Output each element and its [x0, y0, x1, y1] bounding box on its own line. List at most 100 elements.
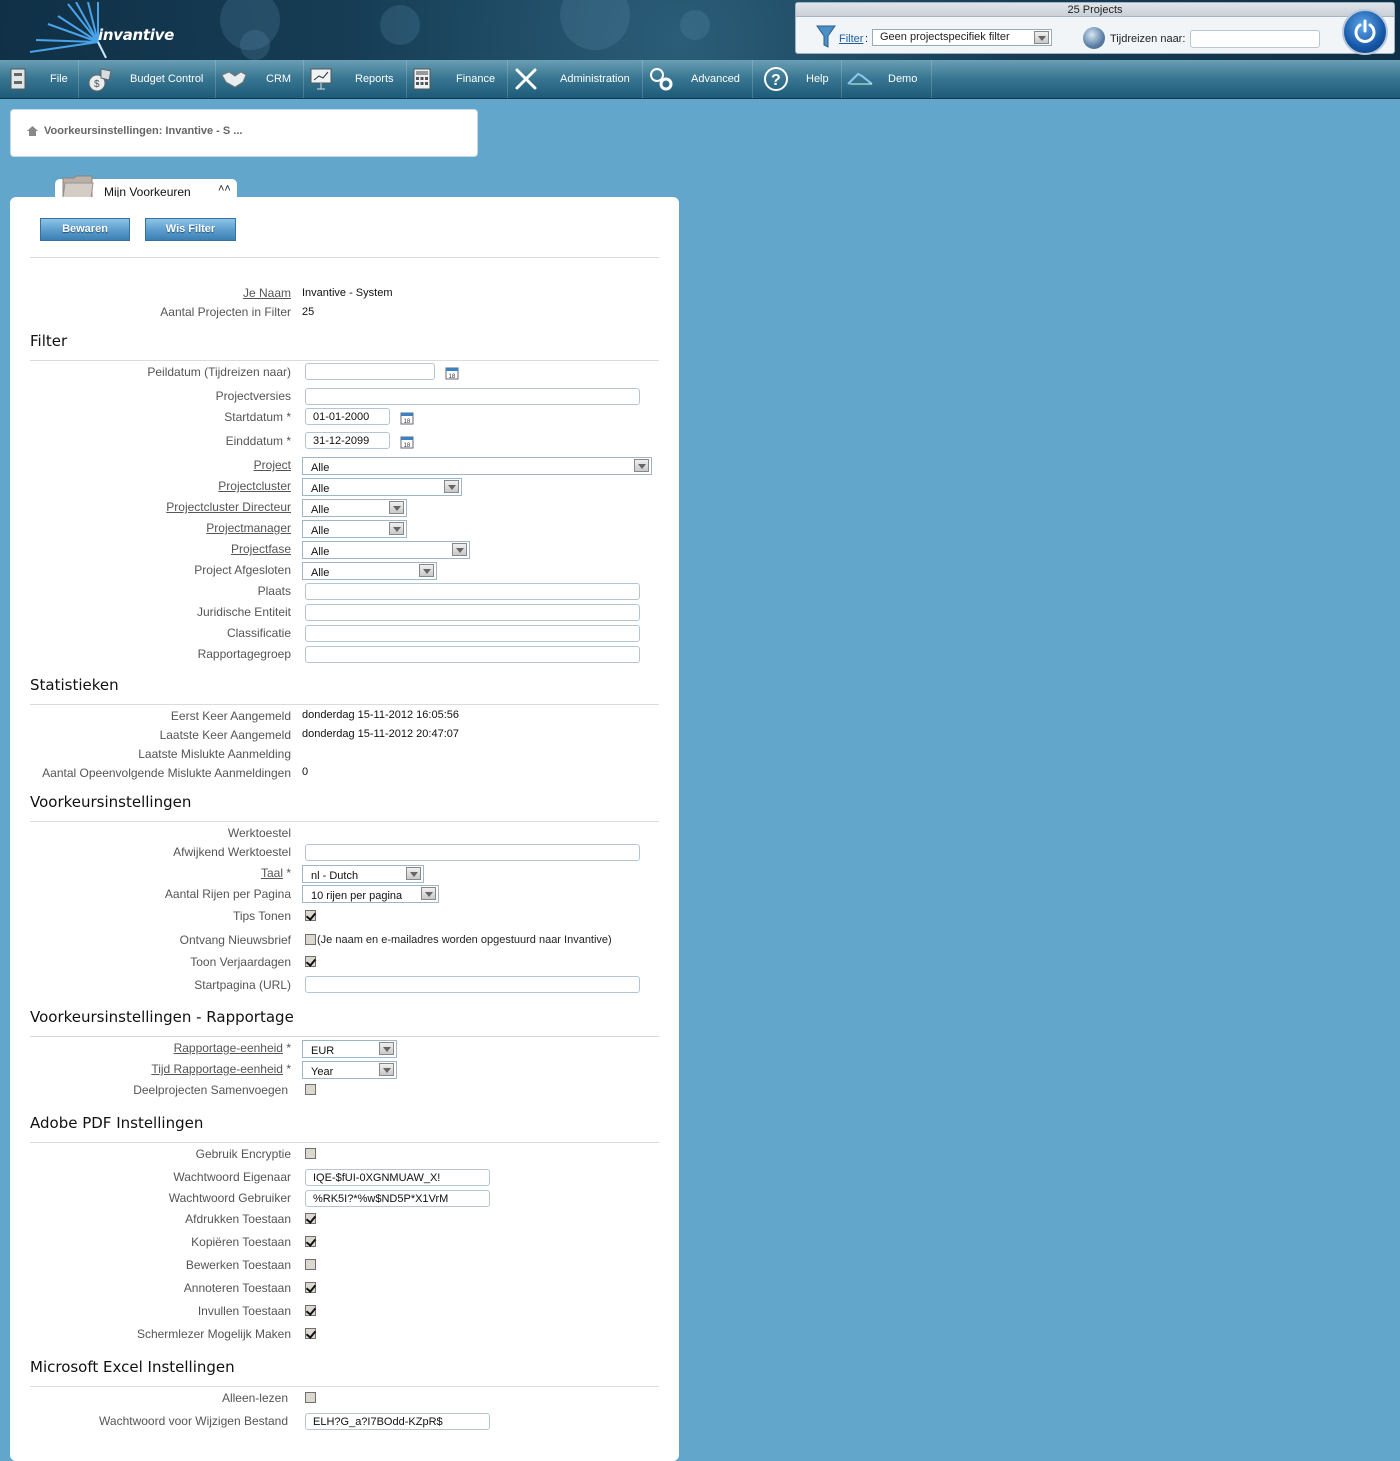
projectcluster-label[interactable]: Projectcluster	[218, 479, 291, 493]
breadcrumb: Voorkeursinstellingen: Invantive - S ...	[10, 109, 478, 157]
fill-allowed-checkbox[interactable]	[305, 1305, 316, 1316]
project-afgesloten-label: Project Afgesloten	[194, 563, 291, 577]
svg-text:$: $	[94, 79, 100, 90]
taal-select[interactable]: nl - Dutch	[302, 865, 424, 883]
afwijkend-werktoestel-input[interactable]	[305, 844, 640, 861]
svg-text:18: 18	[404, 443, 411, 449]
copy-allowed-label: Kopiëren Toestaan	[191, 1235, 291, 1249]
filter-link[interactable]: Filter	[839, 33, 863, 45]
menu-administration[interactable]: Administration	[508, 60, 643, 98]
rapportagegroep-input[interactable]	[305, 646, 640, 663]
demo-logo-icon	[846, 65, 874, 93]
screenreader-checkbox[interactable]	[305, 1328, 316, 1339]
tips-checkbox[interactable]	[305, 910, 316, 921]
readonly-checkbox[interactable]	[305, 1392, 316, 1403]
gears-icon	[647, 65, 675, 93]
plaats-input[interactable]	[305, 583, 640, 600]
save-button[interactable]: Bewaren	[40, 218, 130, 241]
calendar-icon[interactable]: 18	[400, 411, 414, 425]
merge-subprojects-checkbox[interactable]	[305, 1084, 316, 1095]
plaats-label: Plaats	[257, 584, 291, 598]
required-marker: *	[282, 1062, 291, 1076]
menu-label: Administration	[560, 73, 630, 85]
reporting-unit-label[interactable]: Rapportage-eenheid	[174, 1041, 283, 1055]
cluster-directeur-label[interactable]: Projectcluster Directeur	[166, 500, 291, 514]
tips-label: Tips Tonen	[232, 909, 291, 923]
time-unit-label[interactable]: Tijd Rapportage-eenheid	[151, 1062, 283, 1076]
menu-finance[interactable]: Finance	[404, 60, 509, 98]
rows-per-page-select[interactable]: 10 rijen per pagina	[302, 885, 439, 903]
menu-file[interactable]: File	[0, 60, 79, 98]
menu-budget-control[interactable]: $ Budget Control	[82, 60, 217, 98]
section-title-voorkeursinstellingen: Voorkeursinstellingen	[30, 793, 192, 811]
time-unit-label-group: Tijd Rapportage-eenheid *	[151, 1062, 291, 1076]
projectmanager-label[interactable]: Projectmanager	[206, 521, 291, 535]
edit-allowed-checkbox[interactable]	[305, 1259, 316, 1270]
taal-label[interactable]: Taal	[261, 866, 283, 880]
power-icon	[1354, 19, 1376, 43]
projectversies-input[interactable]	[305, 388, 640, 405]
annotate-allowed-checkbox[interactable]	[305, 1282, 316, 1293]
chevron-down-icon	[419, 564, 434, 577]
screenreader-label: Schermlezer Mogelijk Maken	[136, 1327, 291, 1341]
projectmanager-select-value: Alle	[311, 525, 330, 537]
einddatum-input[interactable]	[305, 432, 390, 449]
afwijkend-werktoestel-label: Afwijkend Werktoestel	[173, 845, 291, 859]
peildatum-input[interactable]	[305, 363, 435, 380]
chevron-down-icon	[452, 543, 467, 556]
name-label[interactable]: Je Naam	[243, 286, 291, 300]
projectcluster-select[interactable]: Alle	[302, 478, 462, 496]
invantive-logo[interactable]: invantive	[28, 1, 174, 59]
svg-text:18: 18	[449, 374, 456, 380]
home-icon[interactable]	[27, 126, 38, 136]
startdatum-input[interactable]	[305, 408, 390, 425]
logout-button[interactable]	[1342, 9, 1388, 55]
menu-reports[interactable]: Reports	[303, 60, 407, 98]
owner-password-input[interactable]	[305, 1169, 490, 1186]
time-travel-icon	[1083, 27, 1105, 49]
funnel-icon	[816, 25, 836, 48]
svg-text:18: 18	[404, 419, 411, 425]
collapse-icon[interactable]: ˄˄	[218, 183, 231, 195]
projectfase-select[interactable]: Alle	[302, 541, 470, 559]
projectfase-label[interactable]: Projectfase	[231, 542, 291, 556]
main-menu: File $ Budget Control CRM Reports Financ…	[0, 60, 1400, 99]
menu-help[interactable]: ? Help	[758, 60, 842, 98]
modify-password-input[interactable]	[305, 1413, 490, 1430]
cluster-directeur-select[interactable]: Alle	[302, 499, 407, 517]
time-travel-input[interactable]	[1190, 30, 1320, 48]
time-unit-select[interactable]: Year	[302, 1061, 397, 1079]
startpage-input[interactable]	[305, 976, 640, 993]
divider	[30, 257, 659, 258]
presentation-chart-icon	[307, 65, 335, 93]
preferences-panel: Bewaren Wis Filter Je Naam Invantive - S…	[10, 197, 679, 1461]
menu-crm[interactable]: CRM	[216, 60, 305, 98]
calendar-icon[interactable]: 18	[445, 366, 459, 380]
classificatie-input[interactable]	[305, 625, 640, 642]
project-label[interactable]: Project	[254, 458, 291, 472]
rows-per-page-label: Aantal Rijen per Pagina	[164, 887, 291, 901]
startpage-label: Startpagina (URL)	[194, 978, 291, 992]
project-filter-select[interactable]: Geen projectspecifiek filter	[872, 29, 1052, 46]
menu-advanced[interactable]: Advanced	[643, 60, 753, 98]
juridische-entiteit-input[interactable]	[305, 604, 640, 621]
user-password-input[interactable]	[305, 1190, 490, 1207]
birthdays-checkbox[interactable]	[305, 956, 316, 967]
calendar-icon[interactable]: 18	[400, 435, 414, 449]
projectmanager-select[interactable]: Alle	[302, 520, 407, 538]
encryption-checkbox[interactable]	[305, 1148, 316, 1159]
newsletter-checkbox[interactable]	[305, 934, 316, 945]
menu-demo[interactable]: Demo	[842, 60, 933, 98]
copy-allowed-checkbox[interactable]	[305, 1236, 316, 1247]
print-allowed-checkbox[interactable]	[305, 1213, 316, 1224]
project-select[interactable]: Alle	[302, 457, 652, 475]
app-header: invantive 25 Projects Filter : Geen proj…	[0, 0, 1400, 60]
menu-label: Advanced	[691, 73, 740, 85]
clear-filter-button[interactable]: Wis Filter	[145, 218, 236, 241]
rapportagegroep-label: Rapportagegroep	[197, 647, 291, 661]
section-title-filter: Filter	[30, 332, 68, 350]
project-select-value: Alle	[311, 462, 330, 474]
file-cabinet-icon	[4, 65, 32, 93]
reporting-unit-select[interactable]: EUR	[302, 1040, 397, 1058]
project-afgesloten-select[interactable]: Alle	[302, 562, 437, 580]
